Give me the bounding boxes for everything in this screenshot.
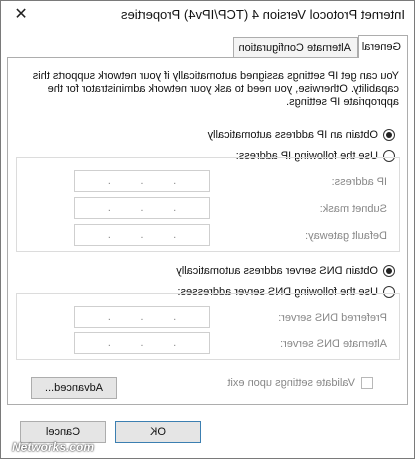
- default-gateway-input[interactable]: ...: [74, 224, 210, 246]
- validate-settings-label: Validate settings upon exit: [227, 377, 355, 389]
- obtain-dns-auto-label: Obtain DNS server address automatically: [176, 265, 378, 277]
- validate-settings-checkbox[interactable]: Validate settings upon exit: [227, 377, 373, 389]
- alternate-dns-input[interactable]: ...: [74, 332, 210, 354]
- title-bar: Internet Protocol Version 4 (TCP/IPv4) P…: [0, 0, 415, 30]
- tab-general-label: General: [361, 41, 401, 53]
- tab-alternate-configuration-label: Alternate Configuration: [238, 41, 351, 54]
- ok-button[interactable]: OK: [115, 421, 201, 443]
- ip-address-label: IP address:: [331, 176, 387, 188]
- ip-address-input[interactable]: ...: [74, 170, 210, 192]
- preferred-dns-label: Preferred DNS server:: [278, 312, 387, 324]
- close-icon: ✕: [14, 6, 28, 23]
- default-gateway-label: Default gateway:: [305, 230, 387, 242]
- radio-button-selected[interactable]: [383, 129, 395, 141]
- watermark: Networks.com: [12, 440, 95, 454]
- advanced-button[interactable]: Advanced...: [31, 377, 117, 399]
- checkbox[interactable]: [361, 377, 373, 389]
- obtain-dns-auto-radio[interactable]: Obtain DNS server address automatically: [176, 263, 395, 279]
- description-text: You can get IP settings assigned automat…: [32, 70, 399, 108]
- close-button[interactable]: ✕: [0, 0, 42, 28]
- preferred-dns-input[interactable]: ...: [74, 306, 210, 328]
- alternate-dns-label: Alternate DNS server:: [280, 338, 387, 350]
- obtain-ip-auto-radio[interactable]: Obtain an IP address automatically: [208, 127, 395, 143]
- tab-alternate-configuration[interactable]: Alternate Configuration: [233, 37, 358, 57]
- subnet-mask-input[interactable]: ...: [74, 197, 210, 219]
- radio-button-selected[interactable]: [383, 265, 395, 277]
- window-title: Internet Protocol Version 4 (TCP/IPv4) P…: [121, 7, 405, 22]
- tab-general[interactable]: General: [358, 35, 408, 58]
- subnet-mask-label: Subnet mask:: [319, 203, 387, 215]
- obtain-ip-auto-label: Obtain an IP address automatically: [207, 129, 378, 141]
